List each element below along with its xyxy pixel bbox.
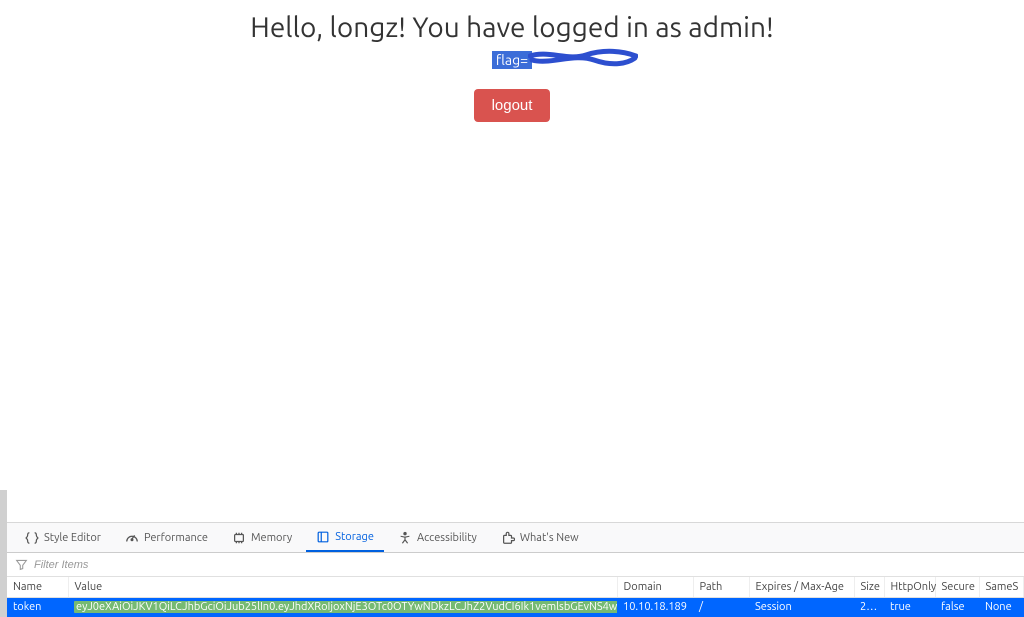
filter-input[interactable] — [34, 559, 294, 571]
col-secure[interactable]: Secure — [935, 577, 979, 597]
tab-label: Memory — [251, 532, 292, 544]
cell-samesite: None — [979, 597, 1024, 617]
tab-label: Storage — [335, 531, 374, 543]
col-path[interactable]: Path — [693, 577, 749, 597]
speedometer-icon — [125, 531, 139, 545]
cell-name: token — [7, 597, 68, 617]
accessibility-icon — [398, 531, 412, 545]
storage-icon — [316, 530, 330, 544]
tab-label: Accessibility — [417, 532, 477, 544]
cell-size: 220 — [854, 597, 884, 617]
tab-label: Performance — [144, 532, 208, 544]
col-httponly[interactable]: HttpOnly — [884, 577, 935, 597]
col-size[interactable]: Size — [854, 577, 884, 597]
cell-expires: Session — [749, 597, 854, 617]
flag-text: flag= — [492, 51, 532, 69]
redaction-scribble — [528, 47, 638, 67]
cookie-table: Name Value Domain Path Expires / Max-Age… — [7, 577, 1024, 617]
tab-storage[interactable]: Storage — [306, 523, 384, 552]
devtools-panel: Style Editor Performance Memory Storage — [7, 522, 1024, 617]
col-value[interactable]: Value — [68, 577, 617, 597]
logout-button[interactable]: logout — [474, 89, 551, 122]
col-expires[interactable]: Expires / Max-Age — [749, 577, 854, 597]
devtools-tabs: Style Editor Performance Memory Storage — [7, 523, 1024, 553]
cell-path: / — [693, 597, 749, 617]
cell-secure: false — [935, 597, 979, 617]
col-name[interactable]: Name — [7, 577, 68, 597]
page-title: Hello, longz! You have logged in as admi… — [0, 12, 1024, 43]
tab-memory[interactable]: Memory — [222, 523, 302, 552]
devtools-filter-bar — [7, 553, 1024, 577]
tab-style-editor[interactable]: Style Editor — [15, 523, 111, 552]
cell-domain: 10.10.18.189 — [617, 597, 693, 617]
devtools-gutter — [0, 490, 7, 617]
table-row[interactable]: token eyJ0eXAiOiJKV1QiLCJhbGciOiJub25lIn… — [7, 597, 1024, 617]
col-domain[interactable]: Domain — [617, 577, 693, 597]
filter-icon — [15, 558, 28, 571]
tab-accessibility[interactable]: Accessibility — [388, 523, 487, 552]
col-samesite[interactable]: SameS — [979, 577, 1024, 597]
tab-performance[interactable]: Performance — [115, 523, 218, 552]
addon-icon — [501, 531, 515, 545]
tab-label: What's New — [520, 532, 579, 544]
memory-icon — [232, 531, 246, 545]
tab-whatsnew[interactable]: What's New — [491, 523, 589, 552]
cell-value: eyJ0eXAiOiJKV1QiLCJhbGciOiJub25lIn0.eyJh… — [68, 597, 617, 617]
tab-label: Style Editor — [44, 532, 101, 544]
braces-icon — [25, 531, 39, 545]
cell-httponly: true — [884, 597, 935, 617]
table-header-row: Name Value Domain Path Expires / Max-Age… — [7, 577, 1024, 597]
